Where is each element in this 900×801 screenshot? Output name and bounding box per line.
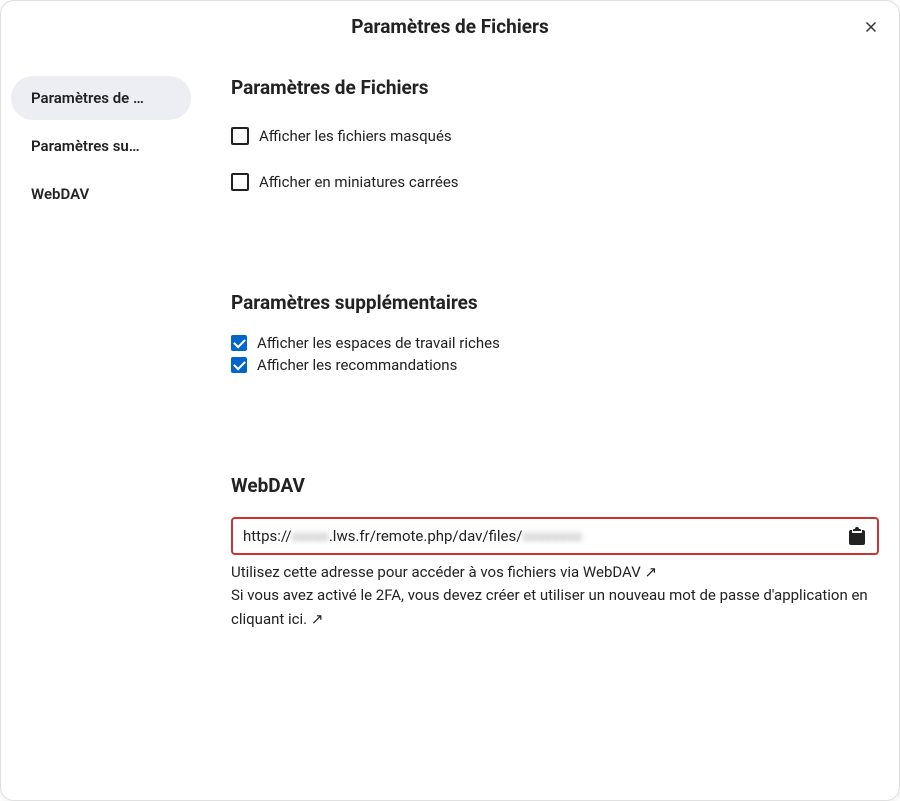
webdav-2fa-link[interactable]: Si vous avez activé le 2FA, vous devez c…	[231, 584, 879, 631]
checkbox-row-rich-workspaces[interactable]: Afficher les espaces de travail riches	[231, 334, 879, 352]
checkbox-row-square-thumbs[interactable]: Afficher en miniatures carrées	[231, 173, 879, 191]
sidebar-item-additional-settings[interactable]: Paramètres su…	[11, 124, 191, 168]
checkbox-label: Afficher en miniatures carrées	[259, 173, 459, 191]
sidebar-item-file-settings[interactable]: Paramètres de …	[11, 76, 191, 120]
sidebar-item-label: Paramètres su…	[31, 137, 140, 155]
modal-header: Paramètres de Fichiers	[1, 1, 899, 48]
webdav-help-link[interactable]: Utilisez cette adresse pour accéder à vo…	[231, 561, 879, 584]
checkbox-row-hidden-files[interactable]: Afficher les fichiers masqués	[231, 127, 879, 145]
clipboard-icon	[849, 527, 865, 545]
modal-title: Paramètres de Fichiers	[351, 15, 549, 38]
section-title: WebDAV	[231, 474, 879, 497]
webdav-url-value: https://xxxxx.lws.fr/remote.php/dav/file…	[243, 527, 847, 545]
settings-content: Paramètres de Fichiers Afficher les fich…	[201, 48, 899, 800]
checkbox-label: Afficher les fichiers masqués	[259, 127, 452, 145]
close-icon	[862, 18, 880, 36]
section-additional-settings: Paramètres supplémentaires Afficher les …	[231, 291, 879, 374]
checkbox-icon	[231, 357, 247, 373]
close-button[interactable]	[857, 13, 885, 41]
section-title: Paramètres supplémentaires	[231, 291, 879, 314]
section-title: Paramètres de Fichiers	[231, 76, 879, 99]
checkbox-icon	[231, 127, 249, 145]
sidebar-item-webdav[interactable]: WebDAV	[11, 172, 191, 216]
copy-button[interactable]	[847, 525, 867, 547]
sidebar-item-label: Paramètres de …	[31, 89, 144, 107]
checkbox-row-recommendations[interactable]: Afficher les recommandations	[231, 356, 879, 374]
settings-sidebar: Paramètres de … Paramètres su… WebDAV	[1, 48, 201, 800]
section-webdav: WebDAV https://xxxxx.lws.fr/remote.php/d…	[231, 474, 879, 631]
file-settings-modal: Paramètres de Fichiers Paramètres de … P…	[0, 0, 900, 801]
checkbox-icon	[231, 173, 249, 191]
modal-body: Paramètres de … Paramètres su… WebDAV Pa…	[1, 48, 899, 800]
checkbox-label: Afficher les espaces de travail riches	[257, 334, 500, 352]
checkbox-label: Afficher les recommandations	[257, 356, 457, 374]
section-file-settings: Paramètres de Fichiers Afficher les fich…	[231, 76, 879, 191]
sidebar-item-label: WebDAV	[31, 185, 89, 203]
checkbox-icon	[231, 335, 247, 351]
webdav-url-field[interactable]: https://xxxxx.lws.fr/remote.php/dav/file…	[231, 517, 879, 555]
